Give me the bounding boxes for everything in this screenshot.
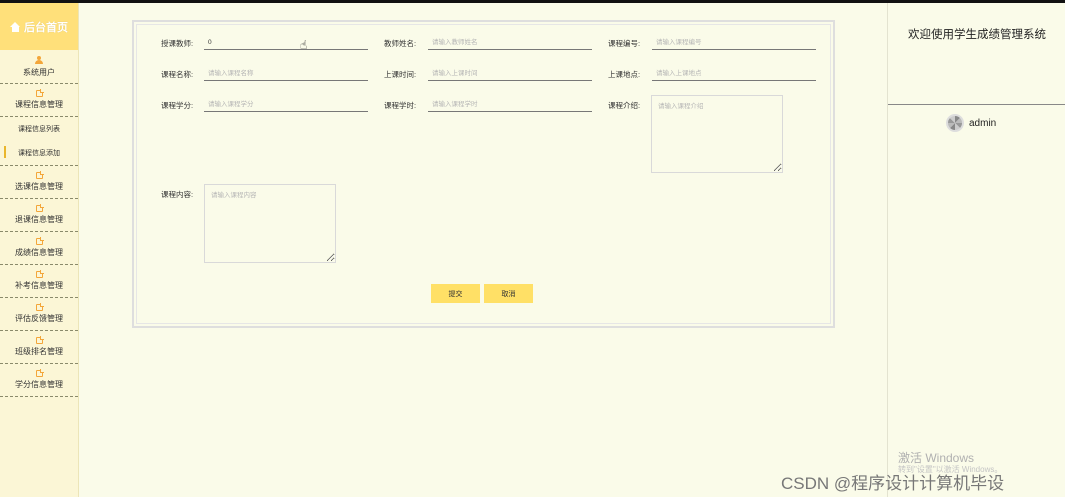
teacher-account-label: 授课教师: — [161, 38, 193, 49]
edit-icon — [35, 237, 44, 245]
intro-textarea[interactable] — [651, 95, 783, 173]
sidebar-item-course-management[interactable]: 课程信息管理 — [0, 84, 78, 117]
field-label: 上课地点: — [608, 70, 641, 79]
sidebar-item-class-ranking[interactable]: 班级排名管理 — [0, 331, 78, 364]
sidebar-item-grades[interactable]: 成绩信息管理 — [0, 232, 78, 265]
sidebar-home-label: 后台首页 — [24, 21, 68, 34]
sidebar-item-label: 退课信息管理 — [15, 215, 63, 224]
sidebar-item-makeup-exam[interactable]: 补考信息管理 — [0, 265, 78, 298]
intro-label: 课程介绍: — [608, 100, 640, 111]
course-code-input[interactable] — [652, 36, 816, 50]
field-label: 课程内容: — [161, 190, 194, 199]
course-code-label: 课程编号: — [608, 38, 640, 49]
cancel-button[interactable]: 取消 — [484, 284, 533, 303]
class-time-label: 上课时间: — [384, 69, 416, 80]
field-label: 授课教师: — [161, 39, 194, 48]
edit-icon — [35, 303, 44, 311]
field-label: 课程学时: — [384, 101, 417, 110]
credits-input[interactable] — [204, 98, 368, 112]
edit-icon — [35, 369, 44, 377]
hours-input[interactable] — [428, 98, 592, 112]
welcome-text: 欢迎使用学生成绩管理系统 — [908, 29, 1046, 41]
edit-icon — [35, 204, 44, 212]
course-name-label: 课程名称: — [161, 69, 193, 80]
sidebar-item-system-user[interactable]: 系统用户 — [0, 50, 78, 84]
username: admin — [969, 117, 997, 129]
user-icon — [35, 55, 43, 64]
sidebar-subitem-course-add[interactable]: 课程信息添加 — [0, 141, 78, 165]
edit-icon — [35, 270, 44, 278]
sidebar-item-enrollment[interactable]: 选课信息管理 — [0, 166, 78, 199]
sidebar-item-label: 成绩信息管理 — [15, 248, 63, 257]
avatar — [946, 114, 964, 132]
content-textarea[interactable] — [204, 184, 336, 263]
field-label: 上课时间: — [384, 70, 417, 79]
class-time-input[interactable] — [428, 67, 592, 81]
field-label: 课程介绍: — [608, 101, 641, 110]
sidebar-item-label: 学分信息管理 — [15, 380, 63, 389]
right-panel-divider — [888, 104, 1065, 105]
course-name-input[interactable] — [204, 67, 368, 81]
edit-icon — [35, 171, 44, 179]
user-info[interactable]: admin — [946, 114, 996, 132]
field-label: 课程编号: — [608, 39, 641, 48]
class-location-label: 上课地点: — [608, 69, 640, 80]
sidebar: 后台首页 系统用户 课程信息管理 课程信息列表 课程信息添加 选课信息管理 退课… — [0, 3, 79, 497]
field-label: 课程学分: — [161, 101, 194, 110]
edit-icon — [35, 336, 44, 344]
sidebar-item-label: 课程信息管理 — [15, 100, 63, 109]
submit-button[interactable]: 提交 — [431, 284, 480, 303]
sidebar-item-credits[interactable]: 学分信息管理 — [0, 364, 78, 397]
csdn-watermark: CSDN @程序设计计算机毕设 — [781, 474, 1005, 493]
hand-cursor-icon: ☝ — [300, 38, 308, 52]
sidebar-item-label: 系统用户 — [23, 67, 55, 77]
credits-label: 课程学分: — [161, 100, 193, 111]
field-label: 课程名称: — [161, 70, 194, 79]
sidebar-home[interactable]: 后台首页 — [0, 3, 78, 50]
hours-label: 课程学时: — [384, 100, 416, 111]
sidebar-item-label: 评估反馈管理 — [15, 314, 63, 323]
teacher-account-input[interactable] — [204, 36, 368, 50]
sidebar-subitem-course-list[interactable]: 课程信息列表 — [0, 117, 78, 141]
sidebar-item-label: 班级排名管理 — [15, 347, 63, 356]
field-label: 教师姓名: — [384, 39, 417, 48]
teacher-name-label: 教师姓名: — [384, 38, 416, 49]
home-icon — [10, 21, 21, 32]
sidebar-item-label: 补考信息管理 — [15, 281, 63, 290]
right-panel: 欢迎使用学生成绩管理系统 admin — [887, 3, 1065, 497]
sidebar-item-label: 选课信息管理 — [15, 182, 63, 191]
class-location-input[interactable] — [652, 67, 816, 81]
sidebar-item-feedback[interactable]: 评估反馈管理 — [0, 298, 78, 331]
sidebar-item-withdrawal[interactable]: 退课信息管理 — [0, 199, 78, 232]
edit-icon — [35, 89, 44, 97]
teacher-name-input[interactable] — [428, 36, 592, 50]
content-label: 课程内容: — [161, 189, 193, 200]
